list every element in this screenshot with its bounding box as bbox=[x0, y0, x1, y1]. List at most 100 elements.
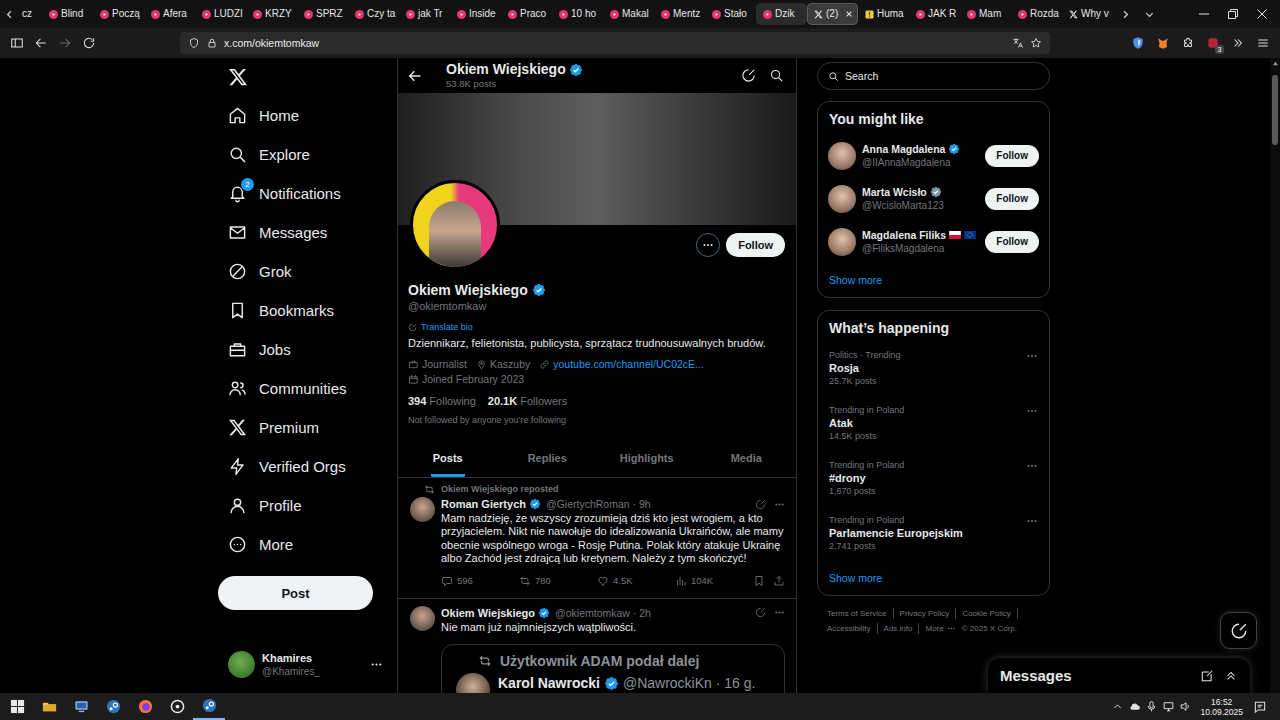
more-dots-icon[interactable] bbox=[774, 607, 785, 618]
profile-avatar[interactable] bbox=[410, 180, 500, 270]
back-button[interactable] bbox=[29, 31, 53, 55]
scrollbar-thumb[interactable] bbox=[1272, 75, 1278, 145]
browser-tab[interactable]: SPRZ bbox=[297, 3, 348, 25]
taskbar-app[interactable] bbox=[129, 693, 161, 720]
scroll-tabs-left-button[interactable] bbox=[0, 0, 18, 28]
browser-tab[interactable]: Blind bbox=[42, 3, 93, 25]
extension-button[interactable]: 3 bbox=[1200, 31, 1225, 55]
trend-item[interactable]: Trending in PolandAtak14.5K posts bbox=[818, 396, 1049, 451]
post-stat[interactable]: 4.5K bbox=[597, 575, 675, 587]
follow-button[interactable]: Follow bbox=[985, 145, 1039, 167]
extension-button[interactable] bbox=[1125, 31, 1150, 55]
nav-item[interactable]: 2Notifications bbox=[218, 174, 397, 213]
translate-icon[interactable] bbox=[1012, 37, 1024, 49]
taskbar-app[interactable] bbox=[193, 693, 225, 720]
scroll-tabs-right-button[interactable] bbox=[1113, 0, 1137, 28]
nav-item[interactable]: Communities bbox=[218, 369, 397, 408]
microphone-icon[interactable] bbox=[1145, 700, 1158, 713]
extensions-menu-button[interactable] bbox=[1175, 31, 1200, 55]
browser-tab[interactable]: cz bbox=[18, 3, 42, 25]
browser-tab[interactable]: Stało bbox=[705, 3, 756, 25]
forward-button[interactable] bbox=[53, 31, 77, 55]
post[interactable]: Okiem Wiejskiego@okiemtomkaw · 2hNie mam… bbox=[398, 599, 796, 693]
cloud-icon[interactable] bbox=[1128, 700, 1141, 713]
restore-button[interactable] bbox=[1218, 0, 1247, 28]
browser-tab[interactable]: (2) bbox=[807, 3, 858, 25]
profile-meta-item[interactable]: youtube.com/channel/UC02cE... bbox=[539, 357, 704, 371]
show-more-link[interactable]: Show more bbox=[818, 263, 1049, 297]
nav-item[interactable]: Grok bbox=[218, 252, 397, 291]
browser-tab[interactable]: Mentz bbox=[654, 3, 705, 25]
browser-tab[interactable]: Czy ta bbox=[348, 3, 399, 25]
footer-link[interactable]: Accessibility bbox=[827, 623, 878, 634]
browser-tab[interactable]: JAK R bbox=[909, 3, 960, 25]
browser-tab[interactable]: Rozda bbox=[1011, 3, 1062, 25]
star-icon[interactable] bbox=[1030, 37, 1042, 49]
post-avatar[interactable] bbox=[410, 606, 435, 631]
post-stat[interactable]: 596 bbox=[441, 575, 519, 587]
post-button[interactable]: Post bbox=[218, 576, 373, 610]
nav-item[interactable]: Messages bbox=[218, 213, 397, 252]
more-dots-icon[interactable] bbox=[1026, 405, 1038, 417]
post-stat[interactable]: 780 bbox=[519, 575, 597, 587]
show-more-link[interactable]: Show more bbox=[818, 561, 1049, 595]
extension-button[interactable] bbox=[1150, 31, 1175, 55]
profile-tab[interactable]: Posts bbox=[398, 440, 498, 477]
browser-tab[interactable]: Makal bbox=[603, 3, 654, 25]
nav-item[interactable]: Home bbox=[218, 96, 397, 135]
browser-tab[interactable]: jak Tr bbox=[399, 3, 450, 25]
browser-tab[interactable]: Why v bbox=[1062, 3, 1113, 25]
share-icon[interactable] bbox=[773, 575, 785, 587]
taskbar-app[interactable] bbox=[65, 693, 97, 720]
taskbar-app[interactable] bbox=[33, 693, 65, 720]
bookmark-icon[interactable] bbox=[753, 575, 765, 587]
profile-stat[interactable]: 394Following bbox=[408, 394, 476, 408]
messages-drawer[interactable]: Messages bbox=[988, 658, 1250, 693]
trend-item[interactable]: Trending in Poland#drony1,670 posts bbox=[818, 451, 1049, 506]
follow-button[interactable]: Follow bbox=[985, 188, 1039, 210]
follow-button[interactable]: Follow bbox=[726, 233, 785, 257]
grok-button[interactable] bbox=[1220, 612, 1257, 649]
sidebar-button[interactable] bbox=[5, 31, 29, 55]
account-switcher[interactable]: Khamires@Khamires_ bbox=[218, 648, 397, 680]
post[interactable]: Okiem Wiejskiego repostedRoman Giertych@… bbox=[398, 478, 796, 599]
profile-stat[interactable]: 20.1KFollowers bbox=[488, 394, 567, 408]
action-center-icon[interactable] bbox=[1253, 700, 1267, 714]
tab-list-button[interactable] bbox=[1137, 0, 1161, 28]
grok-icon[interactable] bbox=[755, 607, 766, 618]
footer-link[interactable]: Terms of Service bbox=[827, 608, 894, 619]
post-avatar[interactable] bbox=[410, 497, 435, 522]
x-logo[interactable] bbox=[218, 58, 397, 96]
nav-item[interactable]: More bbox=[218, 525, 397, 564]
search-field[interactable]: Search bbox=[817, 62, 1050, 90]
post-author[interactable]: Roman Giertych bbox=[441, 498, 526, 510]
nav-item[interactable]: Jobs bbox=[218, 330, 397, 369]
more-dots-icon[interactable] bbox=[774, 499, 785, 510]
embedded-screenshot[interactable]: Użytkownik ADAM podał dalejKarol Nawrock… bbox=[441, 644, 785, 693]
footer-link[interactable]: Cookie Policy bbox=[962, 608, 1017, 619]
back-arrow-icon[interactable] bbox=[407, 68, 423, 84]
nav-item[interactable]: Explore bbox=[218, 135, 397, 174]
reload-button[interactable] bbox=[77, 31, 101, 55]
more-button[interactable] bbox=[696, 233, 720, 257]
profile-tab[interactable]: Media bbox=[697, 440, 797, 477]
browser-tab[interactable]: Mam bbox=[960, 3, 1011, 25]
nav-item[interactable]: Premium bbox=[218, 408, 397, 447]
suggested-user[interactable]: Anna Magdalena@IIAnnaMagdalenaFollow bbox=[818, 134, 1049, 177]
overflow-button[interactable] bbox=[1225, 31, 1250, 55]
suggested-user[interactable]: Marta Wcisło@WcisloMarta123Follow bbox=[818, 177, 1049, 220]
post-author[interactable]: Okiem Wiejskiego bbox=[441, 607, 535, 619]
browser-tab[interactable]: Afera bbox=[144, 3, 195, 25]
browser-tab[interactable]: Huma bbox=[858, 3, 909, 25]
browser-tab[interactable]: Praco bbox=[501, 3, 552, 25]
footer-link[interactable]: © 2025 X Corp. bbox=[962, 623, 1017, 634]
trend-item[interactable]: Politics · TrendingRosja25.7K posts bbox=[818, 341, 1049, 396]
suggested-user[interactable]: Magdalena Filiks@FiliksMagdalenaFollow bbox=[818, 220, 1049, 263]
search-icon[interactable] bbox=[769, 68, 784, 83]
grok-icon[interactable] bbox=[741, 68, 756, 83]
new-message-icon[interactable] bbox=[1200, 669, 1214, 683]
browser-tab[interactable]: Inside bbox=[450, 3, 501, 25]
speaker-icon[interactable] bbox=[1179, 700, 1192, 713]
footer-link[interactable]: Ads info bbox=[884, 623, 920, 634]
profile-tab[interactable]: Replies bbox=[498, 440, 598, 477]
